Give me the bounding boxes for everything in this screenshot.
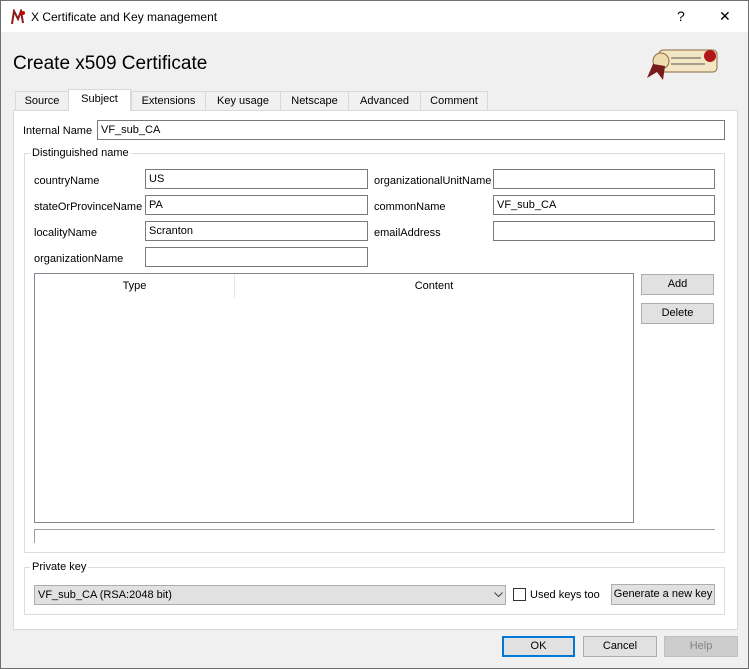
ok-button[interactable]: OK — [502, 636, 575, 657]
state-label: stateOrProvinceName — [34, 201, 143, 213]
dn-table[interactable]: Type Content — [34, 273, 634, 523]
title-bar: X Certificate and Key management ? ✕ — [1, 1, 748, 32]
column-header-type[interactable]: Type — [35, 274, 235, 298]
org-unit-input[interactable] — [493, 169, 715, 189]
dialog-window: X Certificate and Key management ? ✕ Cre… — [0, 0, 749, 669]
private-key-title: Private key — [30, 560, 89, 574]
horizontal-scrollbar[interactable] — [34, 529, 715, 543]
locality-label: localityName — [34, 227, 97, 239]
chevron-down-icon — [494, 592, 503, 598]
private-key-value: VF_sub_CA (RSA:2048 bit) — [38, 589, 172, 601]
help-button[interactable]: Help — [664, 636, 738, 657]
used-keys-checkbox[interactable] — [513, 588, 526, 601]
distinguished-name-title: Distinguished name — [30, 146, 131, 160]
tab-source[interactable]: Source — [15, 91, 69, 111]
help-icon[interactable]: ? — [677, 9, 685, 23]
tab-advanced[interactable]: Advanced — [348, 91, 421, 111]
organization-label: organizationName — [34, 253, 124, 265]
country-name-input[interactable]: US — [145, 169, 368, 189]
locality-input[interactable]: Scranton — [145, 221, 368, 241]
private-key-select[interactable]: VF_sub_CA (RSA:2048 bit) — [34, 585, 506, 605]
organization-input[interactable] — [145, 247, 368, 267]
tab-comment[interactable]: Comment — [420, 91, 488, 111]
window-title: X Certificate and Key management — [31, 10, 218, 24]
generate-key-button[interactable]: Generate a new key — [611, 584, 715, 605]
tab-extensions[interactable]: Extensions — [131, 91, 206, 111]
tab-key-usage[interactable]: Key usage — [205, 91, 281, 111]
close-icon[interactable]: ✕ — [719, 9, 731, 23]
add-button[interactable]: Add — [641, 274, 714, 295]
page-title: Create x509 Certificate — [13, 53, 208, 74]
org-unit-label: organizationalUnitName — [374, 175, 492, 187]
email-label: emailAddress — [374, 227, 441, 239]
state-input[interactable]: PA — [145, 195, 368, 215]
common-name-label: commonName — [374, 201, 446, 213]
tab-netscape[interactable]: Netscape — [280, 91, 349, 111]
app-icon — [11, 9, 25, 25]
tab-subject[interactable]: Subject — [68, 89, 131, 111]
email-input[interactable] — [493, 221, 715, 241]
delete-button[interactable]: Delete — [641, 303, 714, 324]
internal-name-input[interactable]: VF_sub_CA — [97, 120, 725, 140]
internal-name-label: Internal Name — [23, 125, 93, 137]
used-keys-label[interactable]: Used keys too — [530, 588, 600, 602]
cancel-button[interactable]: Cancel — [583, 636, 657, 657]
logo-scroll-icon — [647, 49, 718, 80]
column-header-content[interactable]: Content — [235, 274, 633, 298]
common-name-input[interactable]: VF_sub_CA — [493, 195, 715, 215]
country-name-label: countryName — [34, 175, 100, 187]
